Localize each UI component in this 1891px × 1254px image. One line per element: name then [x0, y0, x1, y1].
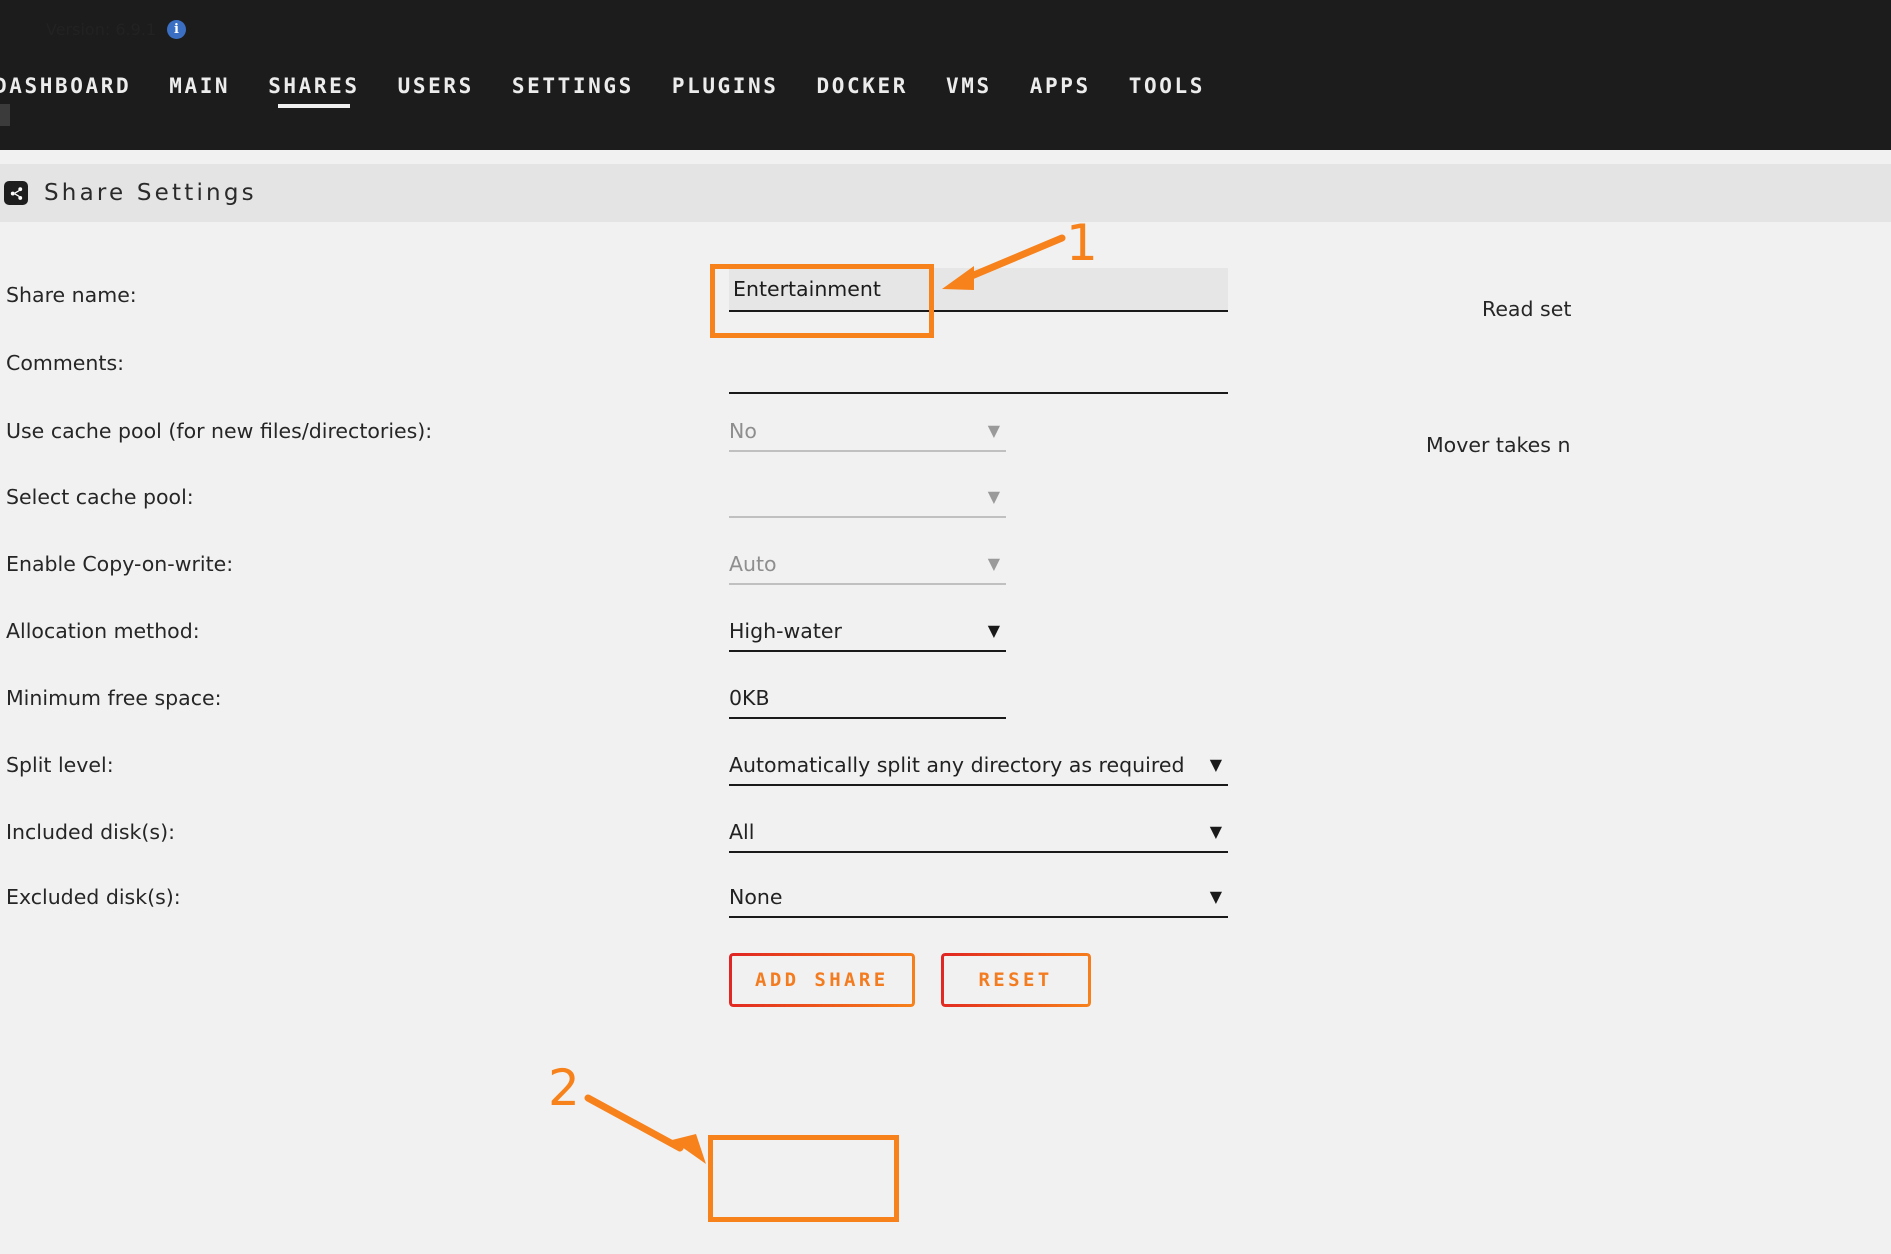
nav-item-shares[interactable]: SHARES [268, 74, 359, 108]
chevron-down-icon: ▼ [987, 554, 1000, 573]
share-name-field-wrap [729, 268, 1228, 312]
label-minimum-free-space: Minimum free space: [6, 686, 222, 710]
label-included-disks: Included disk(s): [6, 820, 175, 844]
nav-item-main[interactable]: MAIN [169, 74, 230, 108]
chevron-down-icon: ▼ [987, 621, 1000, 640]
form-row-comments: Comments: [0, 348, 1891, 394]
nav-label: APPS [1029, 74, 1091, 98]
copy-on-write-value: Auto [729, 552, 777, 576]
use-cache-pool-select[interactable]: No ▼ [729, 416, 1006, 452]
label-share-name: Share name: [6, 283, 137, 307]
page-title: Share Settings [44, 180, 257, 206]
copy-on-write-select[interactable]: Auto ▼ [729, 549, 1006, 585]
nav-item-apps[interactable]: APPS [1030, 74, 1091, 108]
top-bar: Version: 6.9.1 i DASHBOARD MAIN SHARES U… [0, 0, 1891, 150]
help-text-read-settings: Read set [1482, 297, 1572, 321]
label-excluded-disks: Excluded disk(s): [6, 885, 181, 909]
split-level-select[interactable]: Automatically split any directory as req… [729, 750, 1228, 786]
field-underline [729, 650, 1006, 652]
form-row-allocation-method: Allocation method: High-water ▼ [0, 616, 1891, 656]
comments-field[interactable] [729, 358, 1228, 394]
info-icon[interactable]: i [167, 19, 187, 39]
excluded-disks-select[interactable]: None ▼ [729, 882, 1228, 918]
nav-label: DOCKER [816, 74, 908, 98]
nav-label: TOOLS [1128, 74, 1205, 98]
active-tab-underline [278, 104, 350, 108]
comments-value [729, 358, 1228, 388]
chevron-down-icon: ▼ [1209, 887, 1222, 906]
field-underline [729, 851, 1228, 853]
minimum-free-space-input[interactable]: 0KB [729, 683, 1006, 719]
add-share-button[interactable]: ADD SHARE [729, 953, 915, 1007]
form-row-excluded-disks: Excluded disk(s): None ▼ [0, 882, 1891, 922]
use-cache-pool-value: No [729, 419, 757, 443]
field-underline [729, 784, 1228, 786]
form-row-minimum-free-space: Minimum free space: 0KB [0, 683, 1891, 723]
nav-item-tools[interactable]: TOOLS [1129, 74, 1205, 108]
nav-item-users[interactable]: USERS [398, 74, 474, 108]
field-underline [729, 916, 1228, 918]
nav-label: SHARES [268, 74, 360, 98]
nav-item-vms[interactable]: VMS [946, 74, 992, 108]
nav-label: PLUGINS [671, 74, 779, 98]
label-split-level: Split level: [6, 753, 114, 777]
nav-item-docker[interactable]: DOCKER [817, 74, 908, 108]
nav-label: DASHBOARD [0, 74, 132, 98]
field-underline [729, 392, 1228, 394]
label-use-cache-pool: Use cache pool (for new files/directorie… [6, 419, 433, 443]
share-settings-form: Share name: Comments: Use cache pool (fo… [0, 222, 1891, 1254]
chevron-down-icon: ▼ [987, 487, 1000, 506]
nav-item-dashboard[interactable]: DASHBOARD [0, 74, 131, 108]
nav-label: SETTINGS [511, 74, 634, 98]
included-disks-select[interactable]: All ▼ [729, 817, 1228, 853]
label-allocation-method: Allocation method: [6, 619, 200, 643]
help-text-mover: Mover takes n [1426, 433, 1571, 457]
chevron-down-icon: ▼ [1209, 822, 1222, 841]
allocation-method-select[interactable]: High-water ▼ [729, 616, 1006, 652]
form-row-share-name: Share name: [0, 268, 1891, 320]
form-row-use-cache-pool: Use cache pool (for new files/directorie… [0, 416, 1891, 456]
reset-label: RESET [978, 969, 1053, 991]
split-level-value: Automatically split any directory as req… [729, 753, 1185, 777]
excluded-disks-value: None [729, 885, 783, 909]
allocation-method-value: High-water [729, 619, 842, 643]
select-cache-pool-select[interactable]: ▼ [729, 482, 1006, 518]
nav-label: MAIN [169, 74, 231, 98]
share-settings-header: Share Settings [0, 164, 1891, 222]
label-select-cache-pool: Select cache pool: [6, 485, 194, 509]
minimum-free-space-value: 0KB [729, 686, 770, 710]
field-underline [729, 717, 1006, 719]
included-disks-value: All [729, 820, 755, 844]
field-underline [729, 516, 1006, 518]
share-name-input[interactable] [729, 268, 1228, 312]
version-label: Version: 6.9.1 [46, 19, 157, 39]
label-copy-on-write: Enable Copy-on-write: [6, 552, 234, 576]
chevron-down-icon: ▼ [987, 421, 1000, 440]
nav-label: VMS [946, 74, 992, 98]
add-share-label: ADD SHARE [755, 969, 889, 991]
select-cache-pool-value [729, 482, 1006, 512]
field-underline [729, 450, 1006, 452]
nav-edge-accent [0, 104, 10, 126]
chevron-down-icon: ▼ [1209, 755, 1222, 774]
share-icon [4, 181, 28, 205]
nav-item-settings[interactable]: SETTINGS [512, 74, 634, 108]
form-row-included-disks: Included disk(s): All ▼ [0, 817, 1891, 857]
version-indicator: Version: 6.9.1 i [46, 14, 187, 44]
nav-item-plugins[interactable]: PLUGINS [672, 74, 779, 108]
field-underline [729, 583, 1006, 585]
reset-button[interactable]: RESET [940, 953, 1091, 1007]
label-comments: Comments: [6, 351, 125, 375]
form-row-copy-on-write: Enable Copy-on-write: Auto ▼ [0, 549, 1891, 589]
form-row-select-cache-pool: Select cache pool: ▼ [0, 482, 1891, 522]
nav-label: USERS [397, 74, 474, 98]
form-actions: ADD SHARE RESET [729, 953, 1091, 1007]
main-navigation: DASHBOARD MAIN SHARES USERS SETTINGS PLU… [0, 74, 1243, 126]
form-row-split-level: Split level: Automatically split any dir… [0, 750, 1891, 790]
